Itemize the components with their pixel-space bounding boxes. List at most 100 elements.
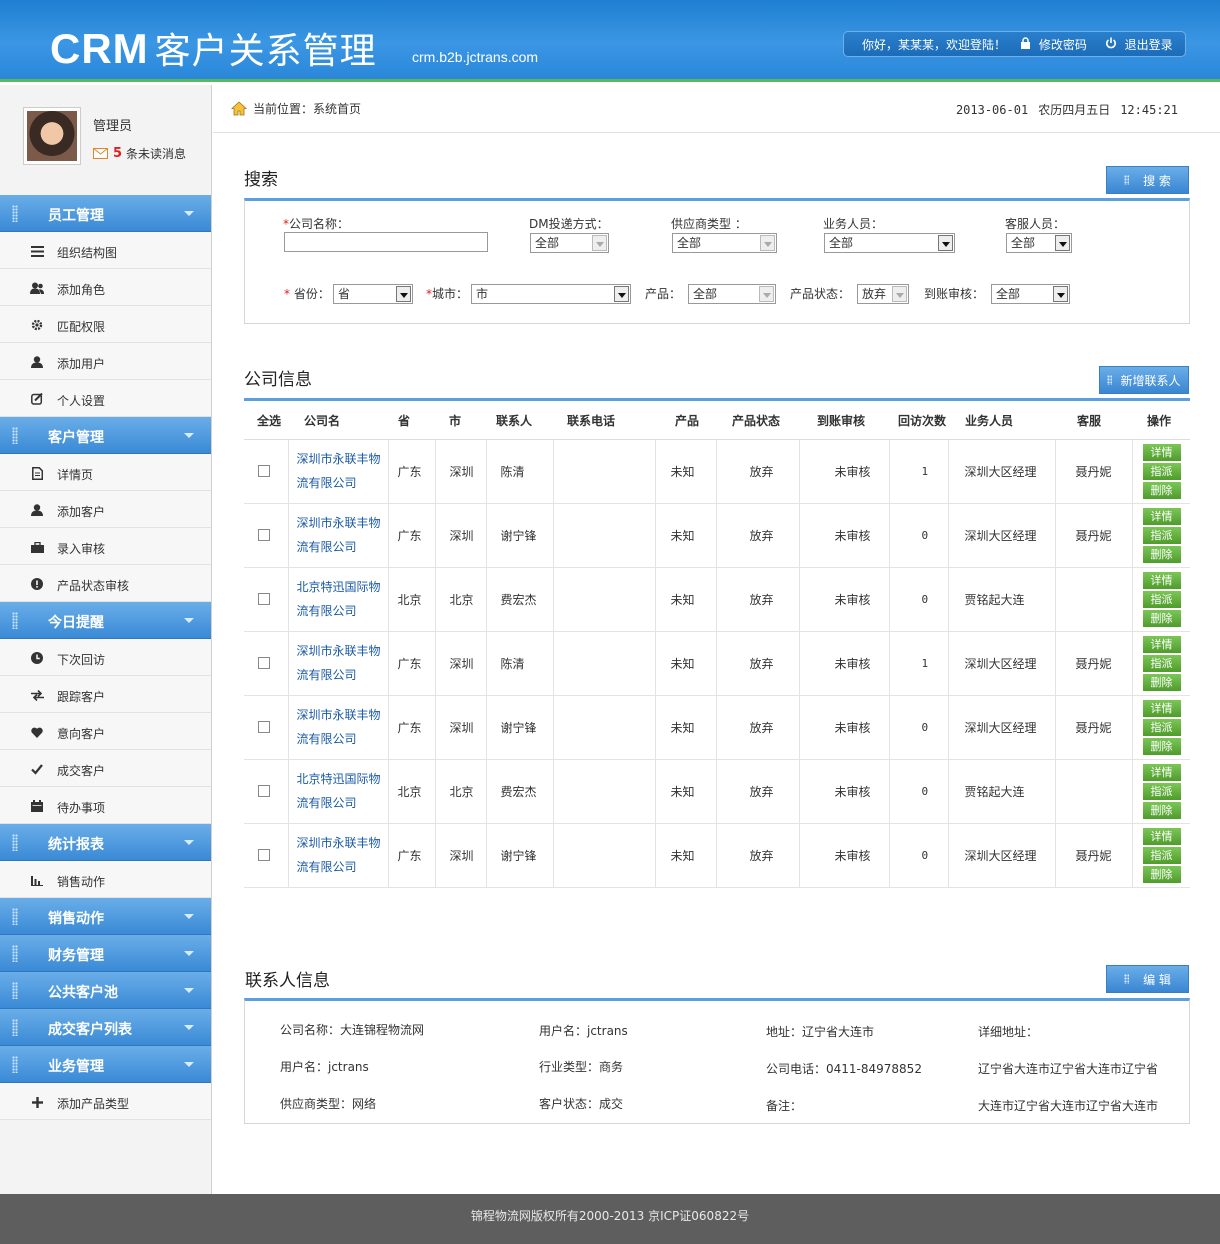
sidebar-section-reports[interactable]: 统计报表 [0, 824, 211, 861]
cell-company-name[interactable]: 深圳市永联丰物 流有限公司 [288, 631, 389, 696]
company-name-input[interactable] [284, 232, 488, 252]
company-name-line[interactable]: 流有限公司 [297, 663, 388, 687]
sidebar-section-reminders[interactable]: 今日提醒 [0, 602, 211, 639]
delete-button[interactable]: 删除 [1142, 609, 1181, 627]
add-contact-button[interactable]: 新增联系人 [1099, 366, 1189, 394]
sidebar-item-add-user[interactable]: 添加用户 [0, 343, 211, 380]
company-name-line[interactable]: 流有限公司 [297, 599, 388, 623]
assign-button[interactable]: 指派 [1142, 526, 1181, 544]
column-header[interactable]: 全选 [244, 402, 288, 440]
sidebar-item-todo[interactable]: 待办事项 [0, 787, 211, 824]
row-checkbox[interactable] [258, 657, 270, 669]
sales-person-select[interactable]: 全部 [824, 233, 955, 253]
company-name-line[interactable]: 北京特迅国际物 [297, 767, 388, 791]
details-button[interactable]: 详情 [1142, 635, 1181, 653]
sidebar-item-track-customers[interactable]: 跟踪客户 [0, 676, 211, 713]
chevron-down-icon [184, 211, 194, 216]
sidebar-item-add-product-type[interactable]: 添加产品类型 [0, 1083, 211, 1120]
sidebar-item-add-role[interactable]: 添加角色 [0, 269, 211, 306]
sidebar-item-add-customer[interactable]: 添加客户 [0, 491, 211, 528]
company-name-line[interactable]: 深圳市永联丰物 [297, 511, 388, 535]
row-checkbox[interactable] [258, 593, 270, 605]
search-button-label: 搜 索 [1143, 173, 1171, 188]
city-select[interactable]: 市 [471, 284, 631, 304]
sidebar-section-sales-actions[interactable]: 销售动作 [0, 898, 211, 935]
company-name-line[interactable]: 北京特迅国际物 [297, 575, 388, 599]
product-status-select[interactable]: 放弃 [857, 284, 909, 304]
province-select[interactable]: 省 [333, 284, 413, 304]
row-checkbox[interactable] [258, 529, 270, 541]
sidebar-section-business[interactable]: 业务管理 [0, 1046, 211, 1083]
company-name-line[interactable]: 流有限公司 [297, 791, 388, 815]
row-checkbox[interactable] [258, 849, 270, 861]
sidebar-item-product-status-review[interactable]: 产品状态审核 [0, 565, 211, 602]
sidebar-item-intent-customers[interactable]: 意向客户 [0, 713, 211, 750]
service-person-label: 客服人员： [1005, 217, 1066, 231]
row-checkbox[interactable] [258, 721, 270, 733]
avatar[interactable] [23, 107, 81, 165]
audit-select[interactable]: 全部 [991, 284, 1070, 304]
company-name-line[interactable]: 流有限公司 [297, 855, 388, 879]
service-person-select[interactable]: 全部 [1006, 233, 1072, 253]
sidebar-section-deal-list[interactable]: 成交客户列表 [0, 1009, 211, 1046]
delete-button[interactable]: 删除 [1142, 801, 1181, 819]
sidebar-item-org-chart[interactable]: 组织结构图 [0, 232, 211, 269]
assign-button[interactable]: 指派 [1142, 590, 1181, 608]
cell-company-name[interactable]: 北京特迅国际物 流有限公司 [288, 567, 389, 632]
change-password-link[interactable]: 修改密码 [1020, 36, 1087, 53]
sidebar-section-customers[interactable]: 客户管理 [0, 417, 211, 454]
sidebar-item-next-visit[interactable]: 下次回访 [0, 639, 211, 676]
cell-sales: 深圳大区经理 [948, 439, 1056, 504]
delete-button[interactable]: 删除 [1142, 737, 1181, 755]
edit-button[interactable]: 编 辑 [1106, 965, 1189, 993]
unread-messages[interactable]: 5 条未读消息 [93, 145, 186, 162]
product-select[interactable]: 全部 [688, 284, 776, 304]
assign-button[interactable]: 指派 [1142, 782, 1181, 800]
row-checkbox[interactable] [258, 465, 270, 477]
company-name-line[interactable]: 深圳市永联丰物 [297, 703, 388, 727]
sidebar-item-permissions[interactable]: 匹配权限 [0, 306, 211, 343]
delete-button[interactable]: 删除 [1142, 865, 1181, 883]
cell-select [244, 567, 289, 632]
dm-select[interactable]: 全部 [530, 233, 609, 253]
details-button[interactable]: 详情 [1142, 507, 1181, 525]
sidebar-item-sales-actions-report[interactable]: 销售动作 [0, 861, 211, 898]
company-name-line[interactable]: 深圳市永联丰物 [297, 447, 388, 471]
cell-company-name[interactable]: 北京特迅国际物 流有限公司 [288, 759, 389, 824]
sidebar-section-staff[interactable]: 员工管理 [0, 195, 211, 232]
assign-button[interactable]: 指派 [1142, 654, 1181, 672]
dm-label: DM投递方式： [529, 217, 609, 231]
cell-company-name[interactable]: 深圳市永联丰物 流有限公司 [288, 503, 389, 568]
cell-company-name[interactable]: 深圳市永联丰物 流有限公司 [288, 823, 389, 888]
sidebar-section-finance[interactable]: 财务管理 [0, 935, 211, 972]
sidebar-item-personal-settings[interactable]: 个人设置 [0, 380, 211, 417]
assign-button[interactable]: 指派 [1142, 462, 1181, 480]
cell-company-name[interactable]: 深圳市永联丰物 流有限公司 [288, 695, 389, 760]
company-name-line[interactable]: 深圳市永联丰物 [297, 639, 388, 663]
sidebar-section-public-pool[interactable]: 公共客户池 [0, 972, 211, 1009]
delete-button[interactable]: 删除 [1142, 673, 1181, 691]
details-button[interactable]: 详情 [1142, 699, 1181, 717]
cell-city: 深圳 [435, 695, 487, 760]
company-name-line[interactable]: 流有限公司 [297, 535, 388, 559]
supplier-type-select[interactable]: 全部 [672, 233, 777, 253]
delete-button[interactable]: 删除 [1142, 481, 1181, 499]
row-checkbox[interactable] [258, 785, 270, 797]
details-button[interactable]: 详情 [1142, 571, 1181, 589]
company-name-line[interactable]: 深圳市永联丰物 [297, 831, 388, 855]
details-button[interactable]: 详情 [1142, 443, 1181, 461]
sidebar-item-entry-review[interactable]: 录入审核 [0, 528, 211, 565]
logout-link[interactable]: 退出登录 [1105, 36, 1173, 53]
assign-button[interactable]: 指派 [1142, 718, 1181, 736]
company-name-line[interactable]: 流有限公司 [297, 471, 388, 495]
search-button[interactable]: 搜 索 [1106, 166, 1189, 194]
cell-visits: 0 [889, 695, 949, 760]
assign-button[interactable]: 指派 [1142, 846, 1181, 864]
sidebar-item-details[interactable]: 详情页 [0, 454, 211, 491]
delete-button[interactable]: 删除 [1142, 545, 1181, 563]
details-button[interactable]: 详情 [1142, 763, 1181, 781]
details-button[interactable]: 详情 [1142, 827, 1181, 845]
cell-company-name[interactable]: 深圳市永联丰物 流有限公司 [288, 439, 389, 504]
company-name-line[interactable]: 流有限公司 [297, 727, 388, 751]
sidebar-item-deal-customers[interactable]: 成交客户 [0, 750, 211, 787]
